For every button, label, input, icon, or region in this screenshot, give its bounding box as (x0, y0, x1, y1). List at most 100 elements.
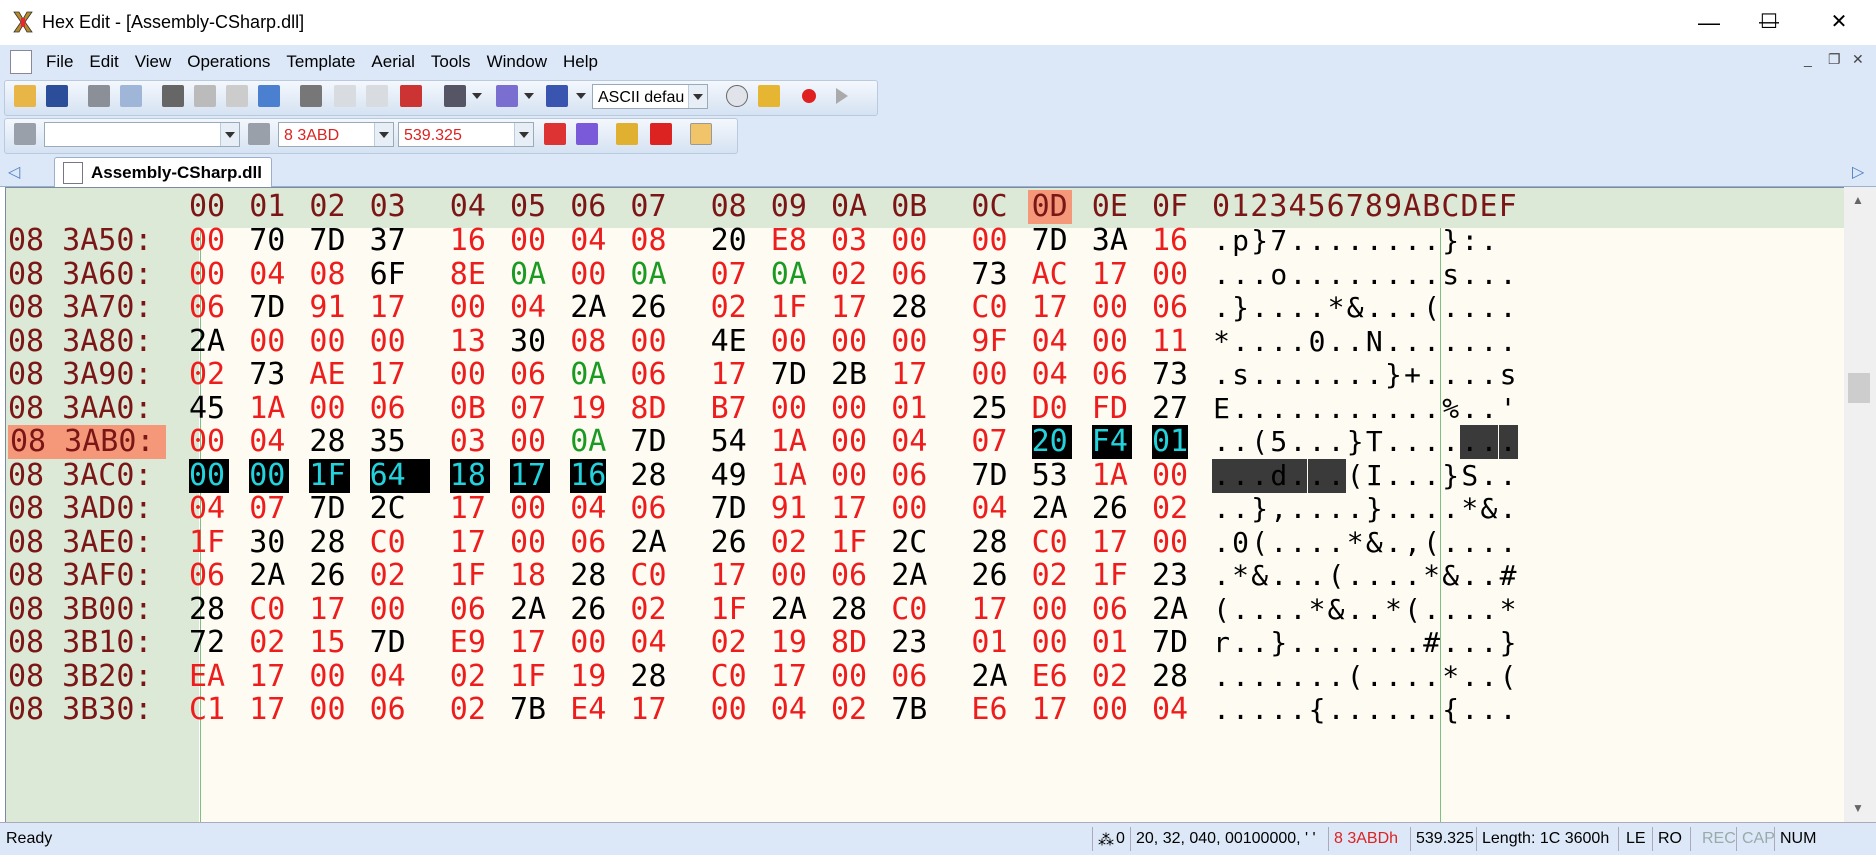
hex-byte[interactable]: 00 (1152, 525, 1188, 560)
char-cell[interactable]: . (1250, 258, 1269, 292)
hex-byte[interactable]: E8 (771, 224, 807, 258)
char-cell[interactable]: . (1460, 626, 1479, 660)
char-cell[interactable]: ' (1499, 392, 1518, 426)
hex-byte[interactable]: 00 (831, 391, 867, 426)
hex-byte[interactable]: 04 (1032, 358, 1068, 392)
char-cell[interactable]: . (1460, 325, 1479, 359)
hex-byte[interactable]: 17 (891, 358, 927, 392)
char-cell[interactable]: . (1384, 559, 1403, 593)
hex-byte[interactable]: 00 (189, 224, 225, 258)
char-cell[interactable]: . (1403, 626, 1422, 660)
hex-byte[interactable]: 02 (249, 626, 285, 660)
bookmark-icon[interactable] (444, 85, 466, 107)
hex-byte[interactable]: C0 (249, 592, 285, 627)
hex-byte[interactable]: 17 (630, 693, 666, 727)
hex-byte[interactable]: 17 (1032, 693, 1068, 727)
hex-byte[interactable]: 00 (831, 324, 867, 359)
char-cell[interactable]: . (1307, 458, 1327, 493)
char-cell[interactable]: . (1460, 593, 1479, 627)
hex-byte[interactable]: 0A (630, 257, 666, 292)
hex-byte[interactable]: 00 (1092, 324, 1128, 359)
hex-byte[interactable]: 07 (510, 391, 546, 426)
hex-byte[interactable]: 28 (971, 525, 1007, 560)
char-cell[interactable]: . (1288, 626, 1307, 660)
hex-byte[interactable]: 00 (831, 659, 867, 694)
char-cell[interactable]: . (1441, 626, 1460, 660)
hex-byte[interactable]: 00 (189, 425, 225, 459)
char-cell[interactable]: . (1308, 660, 1327, 694)
char-cell[interactable]: . (1422, 425, 1441, 459)
hex-byte[interactable]: 35 (370, 425, 406, 459)
hex-byte[interactable]: 17 (831, 492, 867, 526)
tab-assembly-csharp[interactable]: Assembly-CSharp.dll (54, 157, 272, 187)
decimal-combo[interactable]: 539.325 (398, 122, 534, 147)
hex-byte[interactable]: 00 (309, 659, 345, 694)
hex-byte[interactable]: 26 (1092, 492, 1128, 526)
hex-byte[interactable]: 00 (370, 592, 406, 627)
char-cell[interactable]: . (1346, 693, 1365, 727)
hex-byte[interactable]: 00 (891, 324, 927, 359)
hex-byte[interactable]: 06 (630, 492, 666, 526)
char-cell[interactable]: . (1384, 425, 1403, 459)
char-cell[interactable]: . (1346, 492, 1365, 526)
hex-byte[interactable]: 28 (189, 592, 225, 627)
hex-byte[interactable]: 02 (1092, 659, 1128, 694)
char-cell[interactable]: . (1499, 526, 1518, 560)
hex-byte[interactable]: 7D (711, 492, 747, 526)
hex-byte[interactable]: 17 (510, 458, 551, 493)
hex-byte[interactable]: 26 (630, 291, 666, 325)
hex-byte[interactable]: 06 (189, 559, 225, 593)
hex-byte[interactable]: EA (189, 659, 225, 694)
char-cell[interactable]: . (1308, 526, 1327, 560)
hex-byte[interactable]: 28 (630, 458, 666, 493)
char-cell[interactable]: { (1308, 693, 1327, 727)
char-cell[interactable]: . (1308, 425, 1327, 459)
char-cell[interactable]: , (1269, 492, 1288, 526)
char-cell[interactable]: . (1250, 325, 1269, 359)
hex-byte[interactable]: 06 (1092, 592, 1128, 627)
char-cell[interactable]: . (1403, 325, 1422, 359)
char-cell[interactable]: . (1384, 291, 1403, 325)
char-cell[interactable]: } (1441, 224, 1460, 258)
char-cell[interactable]: . (1231, 458, 1251, 493)
hex-byte[interactable]: 73 (971, 257, 1007, 292)
char-cell[interactable]: . (1327, 526, 1346, 560)
hex-byte[interactable]: 8D (630, 391, 666, 426)
char-cell[interactable]: . (1384, 693, 1403, 727)
char-cell[interactable]: . (1365, 660, 1384, 694)
status-endian[interactable]: LE (1626, 830, 1646, 848)
hex-byte[interactable]: 00 (249, 324, 285, 359)
char-cell[interactable]: . (1403, 693, 1422, 727)
char-cell[interactable]: T (1365, 425, 1384, 459)
char-cell[interactable]: . (1403, 660, 1422, 694)
char-cell[interactable]: . (1231, 492, 1250, 526)
char-cell[interactable]: . (1479, 660, 1498, 694)
cut-icon[interactable] (162, 85, 184, 107)
hex-byte[interactable]: 1F (510, 659, 546, 694)
char-cell[interactable]: * (1499, 593, 1518, 627)
char-cell[interactable]: . (1250, 660, 1269, 694)
hex-byte[interactable]: 17 (1092, 525, 1128, 560)
char-cell[interactable]: . (1288, 593, 1307, 627)
char-cell[interactable]: . (1308, 224, 1327, 258)
hex-byte[interactable]: 00 (1032, 592, 1068, 627)
hex-byte[interactable]: 16 (1152, 224, 1188, 258)
char-cell[interactable]: . (1346, 392, 1365, 426)
hex-byte[interactable]: 06 (570, 525, 606, 560)
char-cell[interactable]: * (1460, 492, 1479, 526)
hex-byte[interactable]: 7D (1152, 626, 1188, 660)
char-cell[interactable]: . (1346, 593, 1365, 627)
hex-byte[interactable]: 06 (831, 559, 867, 593)
char-cell[interactable]: . (1250, 626, 1269, 660)
hex-byte[interactable]: 04 (370, 659, 406, 694)
char-cell[interactable]: . (1308, 492, 1327, 526)
char-cell[interactable]: . (1384, 492, 1403, 526)
char-cell[interactable]: . (1422, 459, 1441, 493)
char-cell[interactable]: . (1250, 593, 1269, 627)
char-cell[interactable]: . (1346, 325, 1365, 359)
char-cell[interactable]: . (1479, 559, 1498, 593)
hex-byte[interactable]: 26 (570, 592, 606, 627)
hex-byte[interactable]: 1A (771, 458, 807, 493)
save-icon[interactable] (46, 85, 68, 107)
char-cell[interactable]: . (1269, 325, 1288, 359)
